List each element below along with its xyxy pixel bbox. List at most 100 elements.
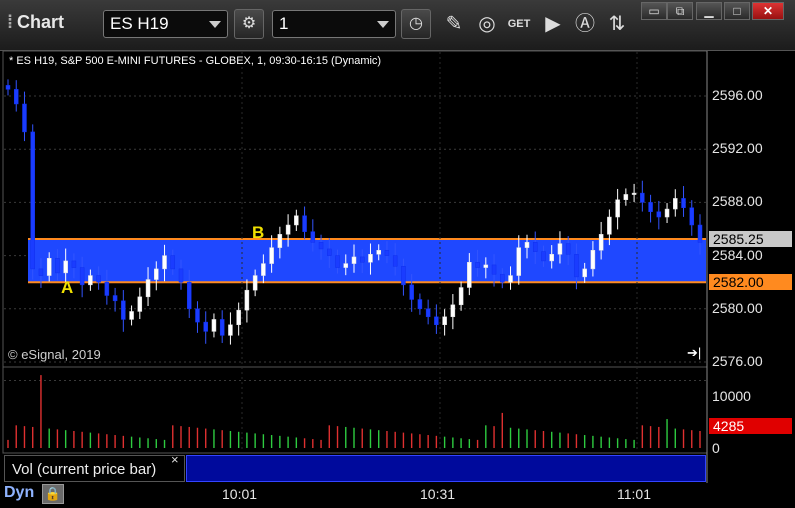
candle-body (615, 199, 620, 218)
candle-body (664, 208, 670, 218)
candle-body (327, 248, 332, 256)
minimize-icon[interactable]: ▁ (696, 2, 722, 20)
study-icon[interactable]: ◎ (474, 10, 500, 38)
volume-tick-10000: 10000 (712, 388, 751, 404)
price-panel (2, 51, 708, 368)
time-label-1001: 10:01 (222, 486, 258, 502)
price-tick-label: 2592.00 (712, 140, 763, 157)
candle-body (162, 255, 167, 270)
candle-body (38, 268, 44, 276)
symbol-combobox[interactable]: ES H19 (103, 10, 228, 38)
candle-body (565, 243, 571, 255)
candle-body (228, 324, 233, 336)
candle-body (79, 267, 85, 286)
candle-body (285, 224, 291, 235)
time-label-1031: 10:31 (420, 486, 456, 502)
candle-body (5, 85, 11, 90)
candle-body (425, 308, 431, 318)
maximize-icon[interactable]: □ (724, 2, 750, 20)
candle-body (88, 275, 93, 286)
candle-body (500, 273, 505, 283)
candle-body (121, 300, 126, 320)
lock-icon[interactable]: 🔒 (42, 484, 64, 504)
interval-combobox[interactable]: 1 (272, 10, 396, 38)
dynamic-mode-label[interactable]: Dyn (4, 484, 34, 504)
clock-icon[interactable]: ◷ (401, 9, 431, 39)
candle-body (178, 268, 184, 283)
candle-body (532, 242, 538, 252)
candle-body (524, 242, 530, 248)
grip-icon[interactable]: ⁞ (7, 12, 13, 32)
candle-body (203, 321, 208, 332)
volume-study-label[interactable]: Vol (current price bar) (4, 455, 185, 482)
candle-body (574, 254, 579, 278)
candle-body (697, 224, 703, 243)
price-tick-label: 2576.00 (712, 353, 763, 369)
candle-body (63, 260, 68, 274)
candle-body (623, 194, 629, 200)
volume-study-bar (186, 455, 706, 482)
candle-body (673, 198, 678, 210)
close-study-icon[interactable]: × (171, 452, 179, 467)
candle-body (401, 265, 406, 286)
price-tick-label: 2588.00 (712, 193, 763, 210)
window-title-text: Chart (17, 12, 65, 32)
chart-header: * ES H19, S&P 500 E-MINI FUTURES - GLOBE… (9, 55, 382, 67)
current-price-tag: 2585.25 (709, 231, 792, 247)
toolbar: ⁞ Chart ES H19 ⚙ 1 ◷ ✎ ◎ GET ▶ Ⓐ ⇅ ▭ ⧉ ▁ … (0, 0, 795, 51)
candle-body (310, 231, 316, 243)
settings-gear-icon[interactable]: ⚙ (234, 9, 264, 39)
volume-tick-0: 0 (712, 440, 720, 456)
candle-body (261, 263, 266, 276)
scroll-to-end-icon[interactable]: ➔| (687, 345, 701, 361)
candle-body (458, 287, 464, 306)
chevron-down-icon[interactable] (209, 21, 221, 28)
price-tick-label: 2596.00 (712, 87, 763, 103)
candle-body (508, 275, 513, 283)
candle-body (302, 215, 307, 232)
candle-body (549, 254, 554, 262)
candle-body (392, 255, 398, 267)
price-chart[interactable] (0, 51, 795, 508)
candle-body (516, 247, 522, 276)
candle-body (112, 295, 118, 302)
candle-body (154, 268, 159, 280)
candle-body (409, 284, 414, 300)
candle-body (450, 304, 456, 318)
price-tick-label: 2584.00 (712, 246, 763, 263)
close-icon[interactable]: ✕ (752, 2, 784, 20)
restore-icon[interactable]: ▭ (641, 2, 667, 20)
chevron-down-icon[interactable] (377, 21, 389, 28)
candle-body (417, 299, 423, 310)
candle-body (30, 131, 35, 270)
price-band (28, 237, 706, 284)
candle-body (129, 311, 134, 320)
candle-body (335, 255, 340, 268)
candle-body (145, 279, 151, 298)
candle-body (483, 264, 489, 268)
candle-body (607, 216, 612, 235)
annotation-icon[interactable]: Ⓐ (572, 10, 598, 38)
candle-body (195, 308, 200, 323)
candle-body (96, 275, 101, 283)
interval-value: 1 (279, 14, 289, 33)
candle-body (582, 268, 587, 278)
level-price-tag: 2582.00 (709, 274, 792, 290)
tile-icon[interactable]: ⧉ (667, 2, 693, 20)
candle-body (294, 215, 299, 226)
play-icon[interactable]: ▶ (540, 10, 566, 38)
candle-body (22, 103, 27, 133)
candle-body (277, 234, 283, 248)
get-icon[interactable]: GET (506, 10, 532, 38)
pencil-icon[interactable]: ✎ (441, 10, 467, 38)
candle-body (343, 263, 349, 268)
window-title: ⁞ Chart (7, 12, 64, 33)
price-tick-label: 2580.00 (712, 299, 763, 316)
candle-body (442, 316, 447, 326)
symbol-value: ES H19 (110, 14, 169, 33)
candle-body (252, 275, 258, 291)
link-icon[interactable]: ⇅ (604, 10, 630, 38)
candle-body (104, 281, 110, 296)
candle-body (55, 258, 60, 274)
marker-a: A (61, 278, 74, 297)
